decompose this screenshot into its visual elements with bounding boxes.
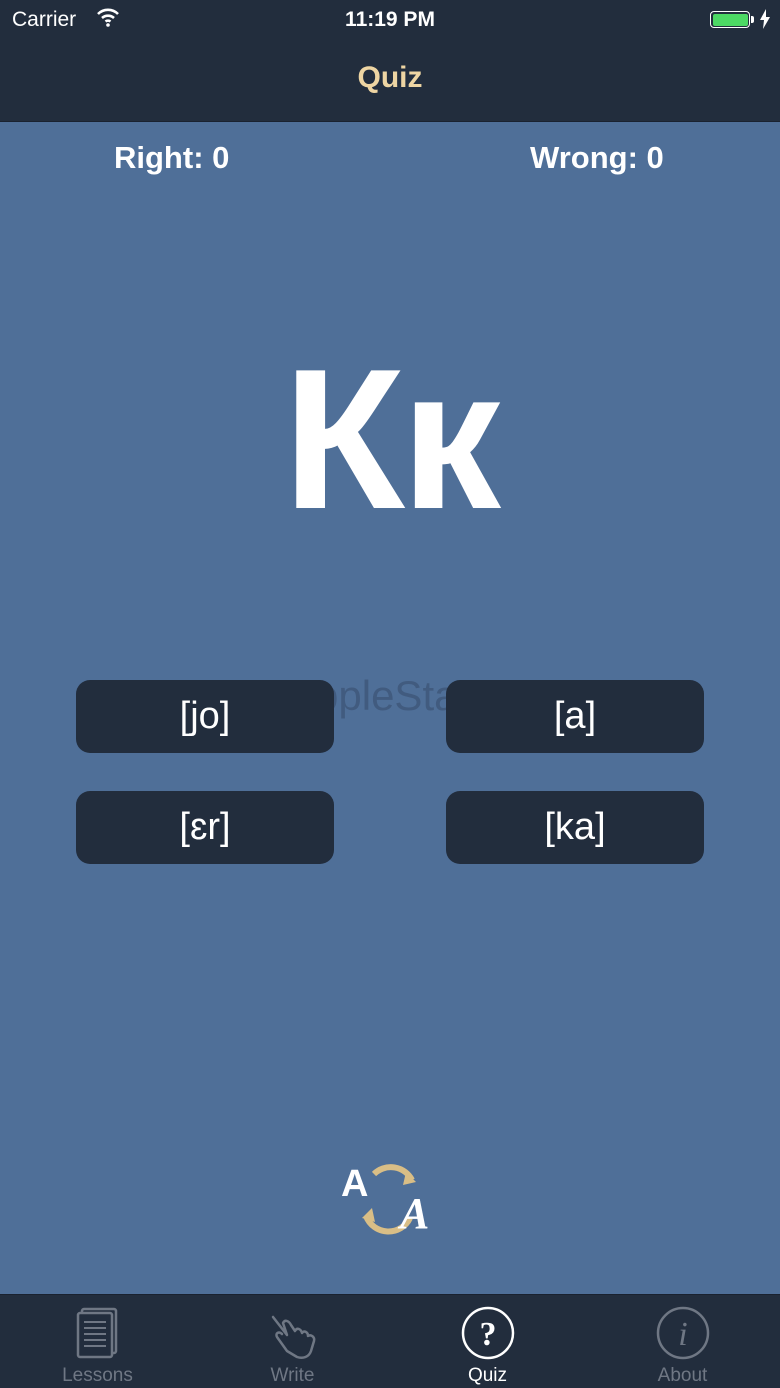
quiz-letter: Кк	[282, 328, 501, 551]
tab-lessons[interactable]: Lessons	[0, 1295, 195, 1388]
svg-text:i: i	[678, 1316, 687, 1353]
answer-button-2[interactable]: [a]	[446, 680, 704, 753]
tab-about[interactable]: i About	[585, 1295, 780, 1388]
app-logo: A A	[341, 1163, 429, 1238]
status-bar: Carrier 11:19 PM	[0, 0, 780, 40]
logo-letter-script: A	[397, 1189, 429, 1238]
page-title: Quiz	[357, 61, 423, 94]
answer-button-4[interactable]: [ka]	[446, 791, 704, 864]
tab-write[interactable]: Write	[195, 1295, 390, 1388]
tab-write-label: Write	[270, 1365, 315, 1386]
info-icon: i	[656, 1306, 710, 1360]
answer-button-1[interactable]: [jo]	[76, 680, 334, 753]
answer-button-3[interactable]: [ɛr]	[76, 791, 334, 864]
tab-quiz-label: Quiz	[467, 1365, 508, 1386]
wrong-count: Wrong: 0	[530, 140, 664, 175]
clock: 11:19 PM	[345, 8, 435, 31]
question-icon: ?	[461, 1306, 515, 1360]
book-icon	[76, 1307, 118, 1359]
charging-bolt-icon	[760, 9, 770, 29]
hand-pointer-icon	[271, 1315, 316, 1359]
svg-text:?: ?	[480, 1316, 497, 1353]
tab-about-label: About	[657, 1365, 708, 1386]
tab-bar: Lessons Write ? Quiz i About	[0, 1294, 780, 1388]
logo-letter-a: A	[341, 1163, 368, 1205]
tab-lessons-label: Lessons	[62, 1365, 133, 1386]
tab-quiz[interactable]: ? Quiz	[390, 1295, 585, 1388]
right-count: Right: 0	[114, 140, 230, 175]
battery-icon	[710, 11, 754, 28]
navigation-bar: Quiz	[0, 40, 780, 122]
